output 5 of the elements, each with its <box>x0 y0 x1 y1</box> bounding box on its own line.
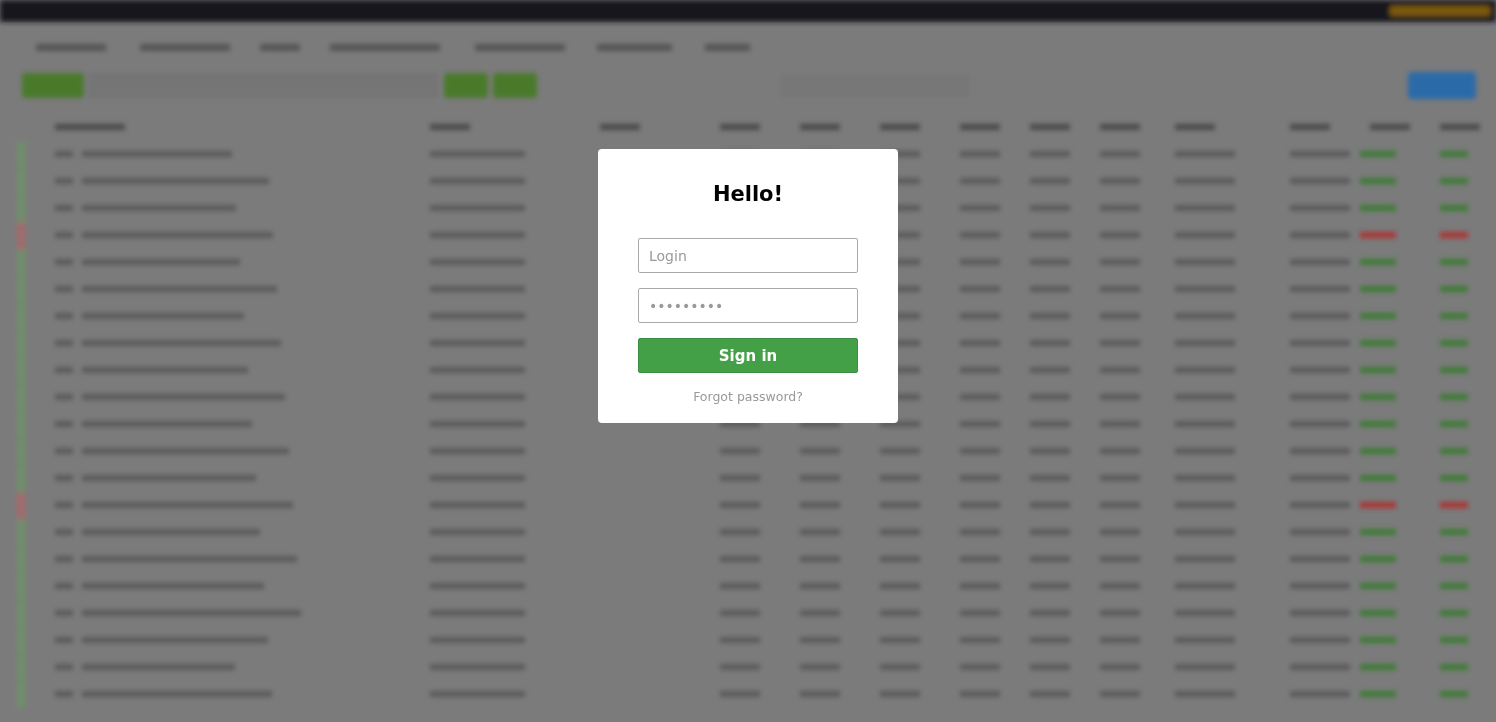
login-field[interactable]: Login <box>638 238 858 273</box>
dialog-title: Hello! <box>712 181 784 207</box>
password-field[interactable]: ••••••••• <box>638 288 858 323</box>
sign-in-button[interactable]: Sign in <box>638 338 858 373</box>
forgot-password-link[interactable]: Forgot password? <box>693 389 803 404</box>
